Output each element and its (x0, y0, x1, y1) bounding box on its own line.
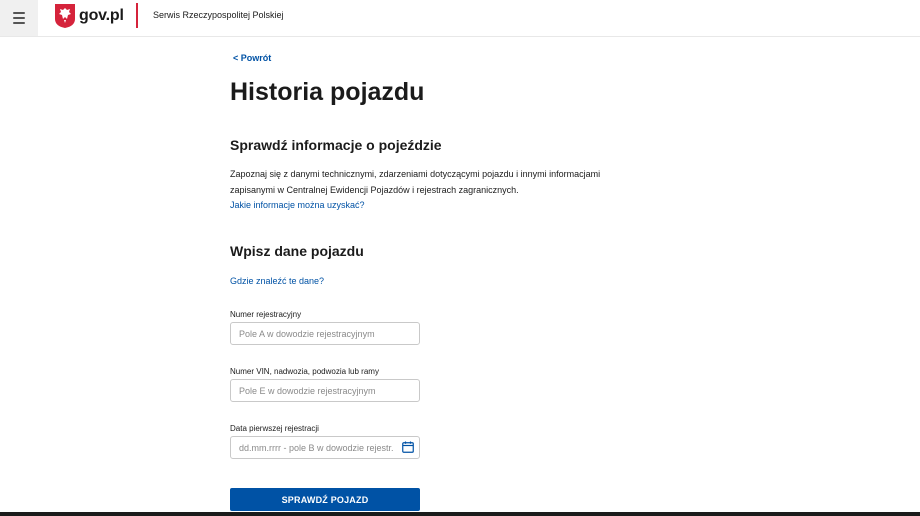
bottom-bar (0, 512, 920, 516)
vin-label: Numer VIN, nadwozia, podwozia lub ramy (230, 367, 379, 376)
menu-button[interactable] (0, 0, 38, 36)
registration-number-input[interactable] (230, 322, 420, 345)
section-title-vehicle-data: Wpisz dane pojazdu (230, 243, 364, 259)
check-vehicle-button[interactable]: SPRAWDŹ POJAZD (230, 488, 420, 511)
info-link[interactable]: Jakie informacje można uzyskać? (230, 200, 365, 210)
page-title: Historia pojazdu (230, 78, 425, 106)
eagle-emblem-icon (55, 4, 75, 28)
section-title-vehicle-info: Sprawdź informacje o pojeździe (230, 137, 442, 153)
where-to-find-link[interactable]: Gdzie znaleźć te dane? (230, 276, 324, 286)
logo-text: gov.pl (79, 7, 124, 24)
hamburger-icon (13, 12, 25, 14)
vin-input[interactable] (230, 379, 420, 402)
first-registration-date-input[interactable] (230, 436, 420, 459)
header-divider (136, 3, 138, 28)
calendar-icon[interactable] (402, 441, 414, 453)
first-registration-date-label: Data pierwszej rejestracji (230, 424, 319, 433)
registration-number-label: Numer rejestracyjny (230, 310, 302, 319)
service-name: Serwis Rzeczypospolitej Polskiej (153, 10, 284, 20)
gov-logo[interactable]: gov.pl (55, 3, 124, 29)
back-link[interactable]: < Powrót (233, 53, 271, 63)
site-header: gov.pl Serwis Rzeczypospolitej Polskiej (0, 0, 920, 37)
section-description: Zapoznaj się z danymi technicznymi, zdar… (230, 169, 601, 195)
